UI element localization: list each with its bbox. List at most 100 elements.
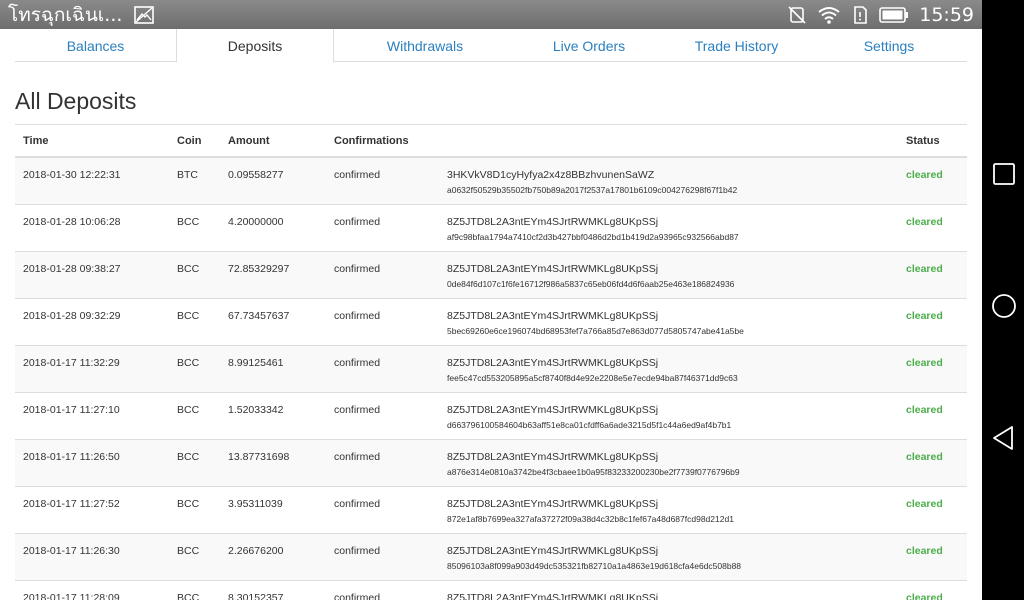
mute-icon <box>788 5 806 24</box>
wifi-icon <box>818 6 840 24</box>
cell-address: 8Z5JTD8L2A3ntEYm4SJrtRWMKLg8UKpSSj <box>447 310 659 322</box>
cell-address: 8Z5JTD8L2A3ntEYm4SJrtRWMKLg8UKpSSj <box>447 498 659 510</box>
home-icon[interactable] <box>991 293 1017 319</box>
cell-time: 2018-01-28 10:06:28 <box>23 216 121 228</box>
cell-time: 2018-01-17 11:27:52 <box>23 498 120 510</box>
cell-time: 2018-01-17 11:27:10 <box>23 404 120 416</box>
cell-confirmations: confirmed <box>334 451 381 463</box>
cell-coin: BCC <box>177 404 200 416</box>
status-bar: โทรฉุกเฉินเ... 15:59 <box>0 0 982 29</box>
cell-coin: BCC <box>177 357 200 369</box>
tab-settings[interactable]: Settings <box>811 29 967 62</box>
cell-txid: af9c98bfaa1794a7410cf2d3b427bbf0486d2bd1… <box>447 232 739 242</box>
cell-time: 2018-01-28 09:38:27 <box>23 263 121 275</box>
table-row: 2018-01-28 09:32:29 BCC 67.73457637 conf… <box>15 299 967 346</box>
cell-confirmations: confirmed <box>334 498 381 510</box>
status-badge: cleared <box>906 357 943 369</box>
cell-time: 2018-01-17 11:28:09 <box>23 592 120 600</box>
tab-trade-history[interactable]: Trade History <box>662 29 811 62</box>
cell-amount: 72.85329297 <box>228 263 290 275</box>
tab-balances[interactable]: Balances <box>15 29 176 62</box>
header-confirmations: Confirmations <box>334 134 409 147</box>
app-content: Balances Deposits Withdrawals Live Order… <box>0 29 982 600</box>
tab-withdrawals[interactable]: Withdrawals <box>334 29 516 62</box>
cell-confirmations: confirmed <box>334 169 381 181</box>
table-row: 2018-01-30 12:22:31 BTC 0.09558277 confi… <box>15 158 967 205</box>
cell-amount: 2.26676200 <box>228 545 284 557</box>
table-row: 2018-01-17 11:26:50 BCC 13.87731698 conf… <box>15 440 967 487</box>
cell-txid: a876e314e0810a3742be4f3cbaee1b0a95f83233… <box>447 467 740 477</box>
battery-icon <box>879 6 909 23</box>
cell-address: 8Z5JTD8L2A3ntEYm4SJrtRWMKLg8UKpSSj <box>447 545 659 557</box>
table-row: 2018-01-17 11:28:09 BCC 8.30152357 confi… <box>15 581 967 600</box>
cell-confirmations: confirmed <box>334 545 381 557</box>
cell-coin: BTC <box>177 169 198 181</box>
cell-amount: 13.87731698 <box>228 451 290 463</box>
cell-address: 8Z5JTD8L2A3ntEYm4SJrtRWMKLg8UKpSSj <box>447 404 659 416</box>
cell-txid: 5bec69260e6ce196074bd68953fef7a766a85d7e… <box>447 326 744 336</box>
cell-confirmations: confirmed <box>334 263 381 275</box>
header-coin: Coin <box>177 134 202 147</box>
tab-live-orders[interactable]: Live Orders <box>516 29 662 62</box>
table-row: 2018-01-28 10:06:28 BCC 4.20000000 confi… <box>15 205 967 252</box>
cell-time: 2018-01-17 11:32:29 <box>23 357 120 369</box>
cell-coin: BCC <box>177 216 200 228</box>
cell-confirmations: confirmed <box>334 310 381 322</box>
status-badge: cleared <box>906 216 943 228</box>
cell-address: 3HKVkV8D1cyHyfya2x4z8BBzhvunenSaWZ <box>447 169 655 181</box>
cell-amount: 67.73457637 <box>228 310 290 322</box>
status-badge: cleared <box>906 169 943 181</box>
status-badge: cleared <box>906 592 943 600</box>
cell-txid: fee5c47cd553205895a5cf8740f8d4e92e2208e5… <box>447 373 738 383</box>
navigation-bar <box>982 0 1024 600</box>
cell-coin: BCC <box>177 310 200 322</box>
cell-coin: BCC <box>177 451 200 463</box>
table-row: 2018-01-17 11:32:29 BCC 8.99125461 confi… <box>15 346 967 393</box>
cell-txid: 0de84f6d107c1f6fe16712f986a5837c65eb06fd… <box>447 279 735 289</box>
cell-txid: d663796100584604b63aff51e8ca01cfdff6a6ad… <box>447 420 732 430</box>
page-title: All Deposits <box>15 88 137 114</box>
cell-amount: 0.09558277 <box>228 169 284 181</box>
cell-address: 8Z5JTD8L2A3ntEYm4SJrtRWMKLg8UKpSSj <box>447 451 659 463</box>
sim-icon <box>854 5 868 24</box>
cell-confirmations: confirmed <box>334 357 381 369</box>
table-header: Time Coin Amount Confirmations Status <box>15 125 967 158</box>
notification-title: โทรฉุกเฉินเ... <box>8 3 123 26</box>
cell-coin: BCC <box>177 592 200 600</box>
recent-apps-icon[interactable] <box>991 161 1017 187</box>
tab-bar: Balances Deposits Withdrawals Live Order… <box>15 29 967 63</box>
clock: 15:59 <box>919 3 974 26</box>
cell-txid: 872e1af8b7699ea327afa37272f09a38d4c32b8c… <box>447 514 734 524</box>
status-badge: cleared <box>906 263 943 275</box>
cell-time: 2018-01-28 09:32:29 <box>23 310 121 322</box>
cell-txid: a0632f50529b35502fb750b89a2017f2537a1780… <box>447 185 738 195</box>
back-icon[interactable] <box>991 425 1017 451</box>
cell-address: 8Z5JTD8L2A3ntEYm4SJrtRWMKLg8UKpSSj <box>447 357 659 369</box>
tab-deposits[interactable]: Deposits <box>176 29 334 63</box>
cell-address: 8Z5JTD8L2A3ntEYm4SJrtRWMKLg8UKpSSj <box>447 592 659 600</box>
cell-amount: 3.95311039 <box>228 498 283 510</box>
status-badge: cleared <box>906 498 943 510</box>
cell-coin: BCC <box>177 498 200 510</box>
status-badge: cleared <box>906 310 943 322</box>
cell-amount: 8.30152357 <box>228 592 284 600</box>
cell-confirmations: confirmed <box>334 216 381 228</box>
cell-time: 2018-01-17 11:26:30 <box>23 545 120 557</box>
table-row: 2018-01-17 11:26:30 BCC 2.26676200 confi… <box>15 534 967 581</box>
cell-confirmations: confirmed <box>334 592 381 600</box>
header-status: Status <box>906 134 940 147</box>
deposits-table: Time Coin Amount Confirmations Status 20… <box>15 124 967 600</box>
cell-time: 2018-01-30 12:22:31 <box>23 169 121 181</box>
status-badge: cleared <box>906 451 943 463</box>
cell-confirmations: confirmed <box>334 404 381 416</box>
cell-amount: 4.20000000 <box>228 216 284 228</box>
cell-coin: BCC <box>177 545 200 557</box>
cell-amount: 8.99125461 <box>228 357 284 369</box>
cell-amount: 1.52033342 <box>228 404 284 416</box>
header-amount: Amount <box>228 134 270 147</box>
cell-txid: 85096103a8f099a903d49dc535321fb82710a1a4… <box>447 561 742 571</box>
cell-coin: BCC <box>177 263 200 275</box>
status-badge: cleared <box>906 545 943 557</box>
table-row: 2018-01-28 09:38:27 BCC 72.85329297 conf… <box>15 252 967 299</box>
status-badge: cleared <box>906 404 943 416</box>
